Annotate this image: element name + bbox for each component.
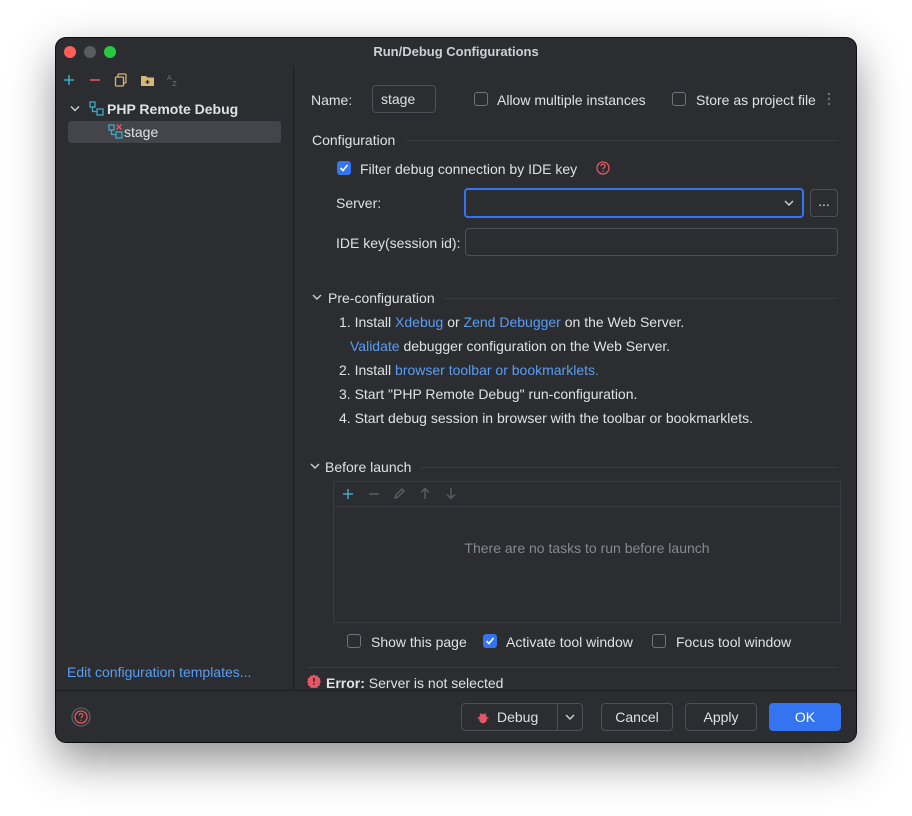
allow-multiple-instances-label: Allow multiple instances bbox=[497, 92, 646, 108]
name-field[interactable]: stage bbox=[372, 85, 436, 113]
svg-text:Z: Z bbox=[172, 80, 177, 87]
pre-configuration-section-title[interactable]: Pre-configuration bbox=[328, 290, 435, 306]
php-remote-debug-error-icon bbox=[108, 124, 123, 139]
split-divider bbox=[557, 704, 558, 730]
tree-item-stage[interactable]: stage bbox=[68, 121, 281, 143]
name-label: Name: bbox=[311, 92, 353, 108]
xdebug-link[interactable]: Xdebug bbox=[395, 314, 443, 330]
ide-key-label: IDE key(session id): bbox=[336, 235, 461, 251]
php-remote-debug-icon bbox=[89, 101, 104, 116]
configuration-editor: Name: stage Allow multiple instances Sto… bbox=[294, 66, 856, 691]
sort-alphabetically-icon[interactable]: AZ bbox=[165, 72, 181, 88]
bug-icon bbox=[477, 713, 489, 724]
server-dropdown[interactable] bbox=[464, 188, 804, 218]
empty-tasks-message: There are no tasks to run before launch bbox=[464, 540, 710, 556]
step-1: 1. Install Xdebug or Zend Debugger on th… bbox=[339, 314, 685, 330]
before-launch-separator bbox=[421, 467, 838, 468]
server-label: Server: bbox=[336, 195, 382, 211]
validate-link[interactable]: Validate bbox=[350, 338, 400, 354]
debug-split-button[interactable]: Debug bbox=[461, 703, 583, 731]
help-button-icon[interactable] bbox=[71, 707, 91, 727]
step-2: 2. Install browser toolbar or bookmarkle… bbox=[339, 362, 599, 378]
ok-button[interactable]: OK bbox=[769, 703, 841, 731]
tree-item-label: stage bbox=[124, 124, 159, 140]
title-bar: Run/Debug Configurations bbox=[56, 38, 856, 66]
before-launch-chevron-icon[interactable] bbox=[310, 463, 320, 470]
before-launch-task-list: There are no tasks to run before launch bbox=[333, 481, 841, 623]
dialog-footer: Debug Cancel Apply OK bbox=[56, 690, 856, 742]
more-options-icon[interactable] bbox=[827, 92, 831, 106]
step-3: 3. Start "PHP Remote Debug" run-configur… bbox=[339, 386, 638, 402]
new-folder-icon[interactable] bbox=[139, 72, 155, 88]
validate-line: Validate debugger configuration on the W… bbox=[350, 338, 671, 354]
browser-toolbar-link[interactable]: browser toolbar or bookmarklets. bbox=[395, 362, 599, 378]
error-message: Error: Server is not selected bbox=[326, 675, 504, 691]
error-icon bbox=[307, 674, 321, 688]
move-up-icon[interactable] bbox=[419, 487, 431, 500]
run-debug-configurations-dialog: Run/Debug Configurations AZ PHP Remote D… bbox=[56, 38, 856, 742]
configurations-sidebar: AZ PHP Remote Debug stage Edit configura… bbox=[56, 66, 294, 690]
debug-button-label: Debug bbox=[497, 709, 539, 725]
show-this-page-checkbox[interactable] bbox=[347, 634, 361, 648]
window-title: Run/Debug Configurations bbox=[373, 44, 539, 59]
debug-options-chevron-icon[interactable] bbox=[565, 714, 575, 721]
remove-task-icon[interactable] bbox=[368, 488, 380, 500]
zend-debugger-link[interactable]: Zend Debugger bbox=[464, 314, 561, 330]
add-configuration-icon[interactable] bbox=[61, 72, 77, 88]
help-icon[interactable] bbox=[596, 161, 610, 175]
browse-servers-button[interactable]: ... bbox=[810, 189, 838, 217]
filter-by-ide-key-checkbox[interactable] bbox=[337, 161, 351, 175]
edit-configuration-templates-link[interactable]: Edit configuration templates... bbox=[67, 664, 251, 680]
focus-tool-window-label: Focus tool window bbox=[676, 634, 792, 650]
chevron-down-icon[interactable] bbox=[70, 105, 80, 113]
task-list-toolbar bbox=[334, 482, 840, 507]
error-separator bbox=[307, 667, 838, 668]
tree-group-php-remote-debug[interactable]: PHP Remote Debug bbox=[66, 99, 291, 119]
activate-tool-window-label: Activate tool window bbox=[506, 634, 633, 650]
focus-tool-window-checkbox[interactable] bbox=[652, 634, 666, 648]
ide-key-field[interactable] bbox=[465, 228, 838, 256]
allow-multiple-instances-checkbox[interactable] bbox=[474, 92, 488, 106]
activate-tool-window-checkbox[interactable] bbox=[483, 634, 497, 648]
show-this-page-label: Show this page bbox=[371, 634, 467, 650]
pre-configuration-chevron-icon[interactable] bbox=[312, 294, 322, 301]
cancel-button[interactable]: Cancel bbox=[601, 703, 673, 731]
copy-configuration-icon[interactable] bbox=[113, 72, 129, 88]
add-task-icon[interactable] bbox=[342, 488, 354, 500]
remove-configuration-icon[interactable] bbox=[87, 72, 103, 88]
configuration-section-title: Configuration bbox=[312, 132, 396, 148]
step-4: 4. Start debug session in browser with t… bbox=[339, 410, 753, 426]
edit-task-icon[interactable] bbox=[393, 487, 406, 500]
apply-button[interactable]: Apply bbox=[685, 703, 757, 731]
configuration-separator bbox=[406, 140, 838, 141]
tree-group-label: PHP Remote Debug bbox=[107, 101, 239, 117]
store-as-project-file-checkbox[interactable] bbox=[672, 92, 686, 106]
before-launch-section-title[interactable]: Before launch bbox=[325, 459, 411, 475]
move-down-icon[interactable] bbox=[445, 487, 457, 500]
pre-configuration-separator bbox=[444, 298, 838, 299]
filter-by-ide-key-label: Filter debug connection by IDE key bbox=[360, 161, 578, 177]
store-as-project-file-label: Store as project file bbox=[696, 92, 816, 108]
chevron-down-icon bbox=[784, 200, 794, 206]
